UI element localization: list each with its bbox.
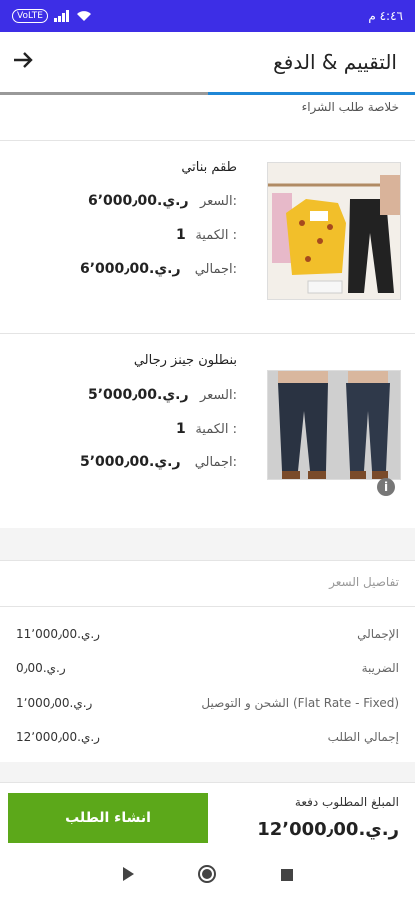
create-order-button[interactable]: انشاء الطلب — [8, 793, 208, 843]
order-total-label: إجمالي الطلب — [327, 730, 399, 744]
order-total-value: ر.ي.12٬000٫00 — [16, 730, 100, 744]
checkout-footer: المبلغ المطلوب دفعة ر.ي.12٬000٫00 انشاء … — [0, 782, 415, 850]
quantity-label: الكمية : — [195, 422, 237, 437]
product-name[interactable]: بنطلون جينز رجالي — [134, 353, 237, 368]
section-separator — [0, 528, 415, 560]
arrow-right-icon[interactable] — [12, 48, 34, 76]
mens-jeans-image — [267, 370, 401, 480]
divider — [0, 606, 415, 607]
amount-due-label: المبلغ المطلوب دفعة — [294, 795, 399, 809]
checkout-progress-fill — [208, 92, 415, 95]
price-value: ر.ي.5٬000٫00 — [88, 387, 189, 403]
page-title: التقييم & الدفع — [273, 50, 397, 74]
girls-outfit-image — [267, 162, 401, 300]
total-label: اجمالي: — [194, 262, 237, 277]
divider — [0, 560, 415, 561]
play-icon[interactable] — [121, 866, 135, 886]
info-icon[interactable]: i — [377, 478, 395, 496]
status-icons: VoLTE — [12, 9, 92, 23]
product-item: طقم بناتي السعر: ر.ي.6٬000٫00 الكمية : 1… — [0, 150, 415, 320]
price-value: ر.ي.6٬000٫00 — [88, 193, 189, 209]
product-name[interactable]: طقم بناتي — [181, 160, 237, 175]
app-bar: التقييم & الدفع — [0, 32, 415, 92]
square-icon[interactable] — [280, 867, 294, 886]
quantity-value: 1 — [176, 227, 186, 243]
divider — [0, 333, 415, 334]
tax-value: ر.ي.0٫00 — [16, 661, 66, 675]
section-separator — [0, 762, 415, 782]
divider — [0, 140, 415, 141]
price-label: السعر: — [199, 388, 237, 403]
total-value: ر.ي.6٬000٫00 — [80, 261, 181, 277]
quantity-label: الكمية : — [195, 228, 237, 243]
signal-icon — [53, 10, 69, 22]
order-summary-title: خلاصة طلب الشراء — [301, 100, 399, 114]
quantity-value: 1 — [176, 421, 186, 437]
status-time: ٤:٤٦ م — [368, 9, 403, 23]
volte-badge: VoLTE — [12, 9, 48, 23]
status-bar: VoLTE ٤:٤٦ م — [0, 0, 415, 32]
system-nav-bar — [0, 852, 415, 900]
price-details-header: تفاصيل السعر — [329, 575, 399, 589]
wifi-icon — [76, 11, 91, 21]
subtotal-value: ر.ي.11٬000٫00 — [16, 627, 100, 641]
total-value: ر.ي.5٬000٫00 — [80, 454, 181, 470]
circle-icon[interactable] — [197, 864, 217, 888]
amount-due-value: ر.ي.12٬000٫00 — [257, 819, 399, 840]
shipping-value: ر.ي.1٬000٫00 — [16, 696, 93, 710]
shipping-label: الشحن و التوصيل (Flat Rate - Fixed) — [201, 696, 399, 710]
price-label: السعر: — [199, 194, 237, 209]
subtotal-label: الإجمالي — [357, 627, 399, 641]
product-item: i بنطلون جينز رجالي السعر: ر.ي.5٬000٫00 … — [0, 345, 415, 515]
tax-label: الضريبة — [361, 661, 399, 675]
total-label: اجمالي: — [194, 455, 237, 470]
